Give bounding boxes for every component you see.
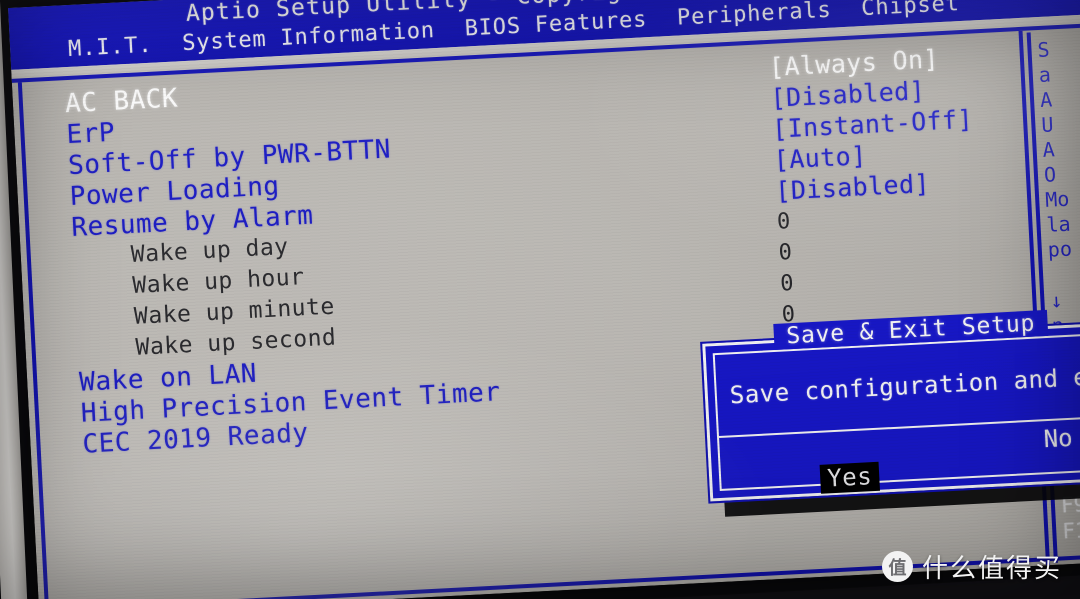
photographed-monitor: Aptio Setup Utility - Copyright (C) 2021… bbox=[0, 0, 1080, 599]
help-line-2: A bbox=[1039, 87, 1053, 112]
menu-tab-bios-features[interactable]: BIOS Features bbox=[464, 7, 648, 41]
help-line-4: A bbox=[1042, 137, 1056, 162]
save-exit-dialog: Save & Exit Setup Save configuration and… bbox=[700, 309, 1080, 504]
help-line-1: a bbox=[1038, 62, 1052, 88]
dialog-yes-button[interactable]: Yes bbox=[819, 461, 880, 494]
menu-tab-peripherals[interactable]: Peripherals bbox=[676, 0, 832, 31]
menu-tab-mit[interactable]: M.I.T. bbox=[68, 33, 153, 62]
help-nav-0: ↓ bbox=[1049, 288, 1064, 313]
dialog-inner-border bbox=[712, 332, 1080, 492]
help-line-5: O bbox=[1043, 162, 1057, 187]
help-line-7: la bbox=[1045, 211, 1072, 237]
help-key-f10[interactable]: F10 bbox=[1062, 515, 1080, 545]
bios-screen: Aptio Setup Utility - Copyright (C) 2021… bbox=[8, 0, 1080, 599]
dialog-no-button[interactable]: No bbox=[1037, 424, 1079, 453]
help-line-6: Mo bbox=[1044, 186, 1070, 212]
setup-body: AC BACK ErP Soft-Off by PWR-BTTN Power L… bbox=[12, 27, 1080, 599]
help-line-3: U bbox=[1040, 112, 1055, 137]
help-panel-gap bbox=[1048, 259, 1080, 289]
help-line-0: S bbox=[1036, 37, 1051, 63]
help-line-8: po bbox=[1047, 236, 1073, 262]
settings-values: [Always On] [Disabled] [Instant-Off] [Au… bbox=[768, 39, 1032, 330]
settings-list: AC BACK ErP Soft-Off by PWR-BTTN Power L… bbox=[64, 54, 742, 459]
menu-tab-chipset[interactable]: Chipset bbox=[861, 0, 960, 21]
